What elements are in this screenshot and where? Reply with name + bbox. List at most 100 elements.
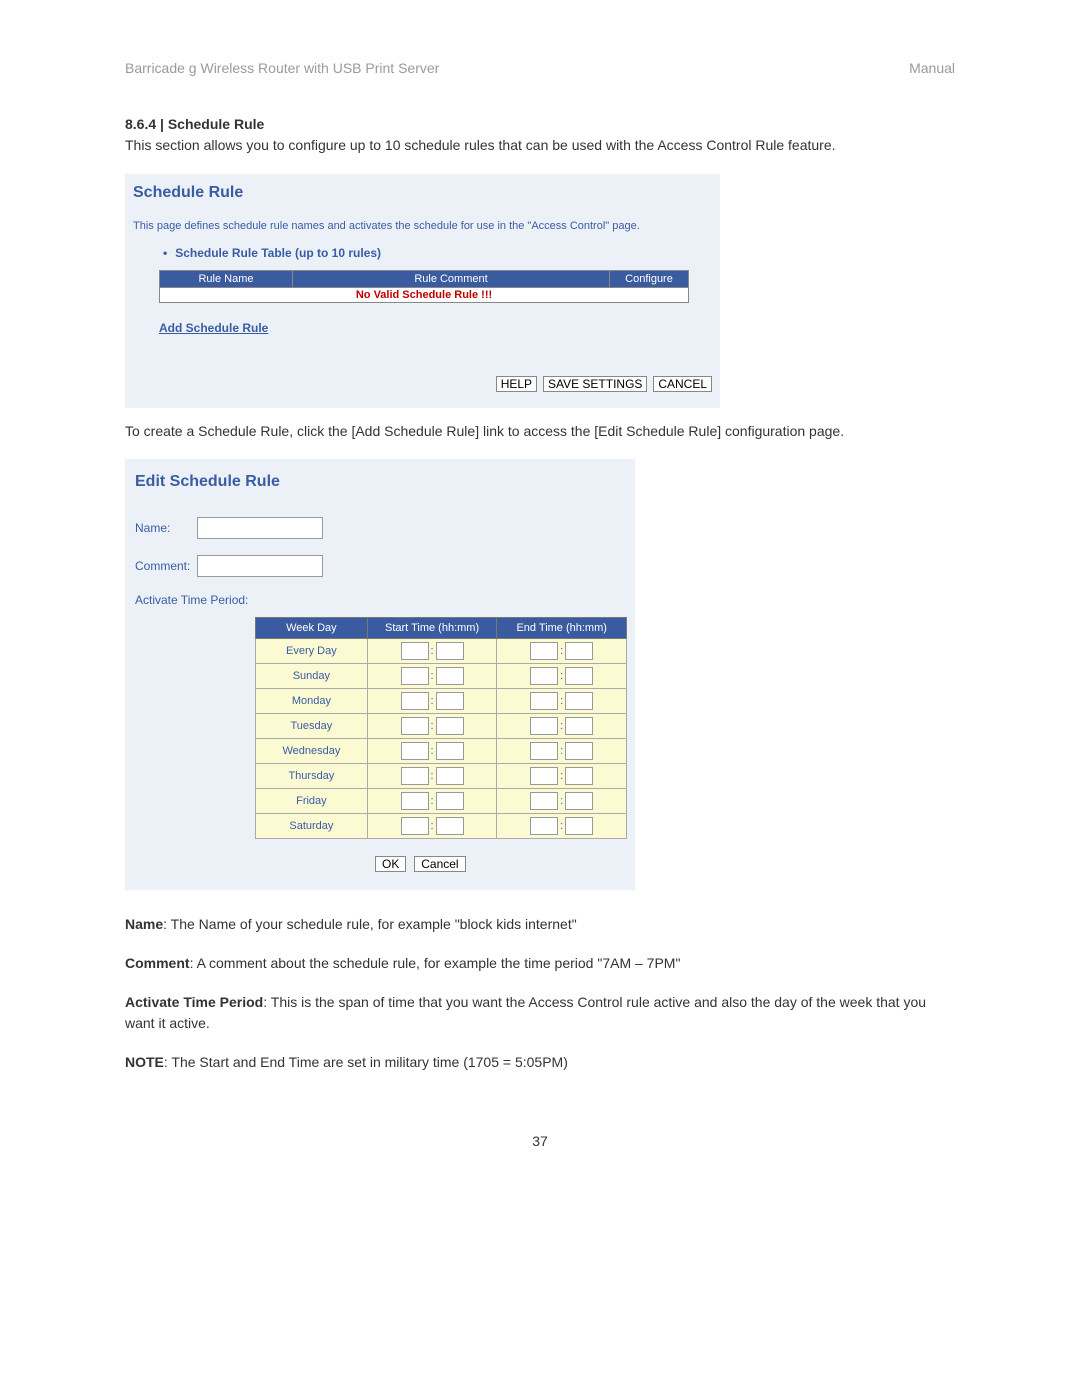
start-min-input[interactable] (436, 767, 464, 785)
start-hour-input[interactable] (401, 767, 429, 785)
end-time-cell: : (497, 689, 627, 714)
time-separator: : (560, 770, 563, 782)
time-separator: : (431, 770, 434, 782)
start-min-input[interactable] (436, 692, 464, 710)
add-schedule-rule-link[interactable]: Add Schedule Rule (159, 321, 268, 335)
weekday-cell: Friday (256, 789, 368, 814)
cancel-edit-button[interactable]: Cancel (414, 856, 465, 872)
panel1-desc: This page defines schedule rule names an… (133, 220, 712, 232)
end-min-input[interactable] (565, 692, 593, 710)
weekday-cell: Wednesday (256, 739, 368, 764)
time-separator: : (431, 820, 434, 832)
end-hour-input[interactable] (530, 792, 558, 810)
start-time-cell: : (367, 714, 497, 739)
name-row: Name: (135, 517, 625, 539)
end-hour-input[interactable] (530, 742, 558, 760)
time-period-table: Week Day Start Time (hh:mm) End Time (hh… (255, 617, 627, 839)
end-hour-input[interactable] (530, 667, 558, 685)
def-note-t: : The Start and End Time are set in mili… (164, 1054, 568, 1070)
start-hour-input[interactable] (401, 692, 429, 710)
col-rule-name: Rule Name (160, 270, 293, 287)
panel1-bullet: Schedule Rule Table (up to 10 rules) (163, 246, 712, 260)
weekday-cell: Every Day (256, 639, 368, 664)
start-hour-input[interactable] (401, 792, 429, 810)
doc-header: Barricade g Wireless Router with USB Pri… (125, 60, 955, 76)
end-time-cell: : (497, 639, 627, 664)
end-hour-input[interactable] (530, 817, 558, 835)
start-hour-input[interactable] (401, 642, 429, 660)
name-label: Name: (135, 521, 197, 535)
weekday-cell: Thursday (256, 764, 368, 789)
time-separator: : (431, 645, 434, 657)
time-separator: : (560, 670, 563, 682)
time-separator: : (431, 670, 434, 682)
start-min-input[interactable] (436, 717, 464, 735)
weekday-cell: Tuesday (256, 714, 368, 739)
definitions-block: Name: The Name of your schedule rule, fo… (125, 914, 955, 1073)
help-button[interactable]: HELP (496, 376, 537, 392)
start-time-cell: : (367, 739, 497, 764)
col-weekday: Week Day (256, 618, 368, 639)
start-min-input[interactable] (436, 667, 464, 685)
cancel-button[interactable]: CANCEL (653, 376, 712, 392)
start-min-input[interactable] (436, 642, 464, 660)
end-min-input[interactable] (565, 767, 593, 785)
end-time-cell: : (497, 739, 627, 764)
comment-input[interactable] (197, 555, 323, 577)
section-heading: 8.6.4 | Schedule Rule (125, 116, 955, 132)
start-time-cell: : (367, 689, 497, 714)
end-min-input[interactable] (565, 792, 593, 810)
schedule-rule-panel: Schedule Rule This page defines schedule… (125, 174, 720, 408)
start-hour-input[interactable] (401, 717, 429, 735)
end-time-cell: : (497, 789, 627, 814)
def-atp-b: Activate Time Period (125, 994, 263, 1010)
end-min-input[interactable] (565, 667, 593, 685)
schedule-rule-table: Rule Name Rule Comment Configure No Vali… (159, 270, 689, 303)
page-number: 37 (125, 1133, 955, 1149)
ok-button[interactable]: OK (375, 856, 406, 872)
col-configure: Configure (610, 270, 689, 287)
def-comment-t: : A comment about the schedule rule, for… (190, 955, 681, 971)
table-row: Wednesday:: (256, 739, 627, 764)
time-separator: : (560, 645, 563, 657)
panel2-title: Edit Schedule Rule (135, 473, 625, 491)
time-separator: : (431, 745, 434, 757)
start-time-cell: : (367, 789, 497, 814)
header-left: Barricade g Wireless Router with USB Pri… (125, 60, 439, 76)
end-min-input[interactable] (565, 742, 593, 760)
col-rule-comment: Rule Comment (293, 270, 610, 287)
start-min-input[interactable] (436, 742, 464, 760)
def-name-t: : The Name of your schedule rule, for ex… (163, 916, 577, 932)
end-hour-input[interactable] (530, 692, 558, 710)
end-hour-input[interactable] (530, 767, 558, 785)
col-start-time: Start Time (hh:mm) (367, 618, 497, 639)
panel1-title: Schedule Rule (133, 184, 712, 202)
end-hour-input[interactable] (530, 717, 558, 735)
time-separator: : (560, 720, 563, 732)
weekday-cell: Saturday (256, 814, 368, 839)
table-row: Every Day:: (256, 639, 627, 664)
start-hour-input[interactable] (401, 817, 429, 835)
end-time-cell: : (497, 764, 627, 789)
mid-paragraph: To create a Schedule Rule, click the [Ad… (125, 422, 955, 442)
end-min-input[interactable] (565, 642, 593, 660)
weekday-cell: Sunday (256, 664, 368, 689)
start-time-cell: : (367, 639, 497, 664)
table-row: Saturday:: (256, 814, 627, 839)
name-input[interactable] (197, 517, 323, 539)
time-separator: : (431, 795, 434, 807)
time-separator: : (560, 795, 563, 807)
start-min-input[interactable] (436, 792, 464, 810)
time-separator: : (560, 820, 563, 832)
end-time-cell: : (497, 664, 627, 689)
start-hour-input[interactable] (401, 742, 429, 760)
end-min-input[interactable] (565, 717, 593, 735)
end-hour-input[interactable] (530, 642, 558, 660)
col-end-time: End Time (hh:mm) (497, 618, 627, 639)
def-note-b: NOTE (125, 1054, 164, 1070)
save-settings-button[interactable]: SAVE SETTINGS (543, 376, 647, 392)
end-min-input[interactable] (565, 817, 593, 835)
start-min-input[interactable] (436, 817, 464, 835)
table-row: Sunday:: (256, 664, 627, 689)
start-hour-input[interactable] (401, 667, 429, 685)
